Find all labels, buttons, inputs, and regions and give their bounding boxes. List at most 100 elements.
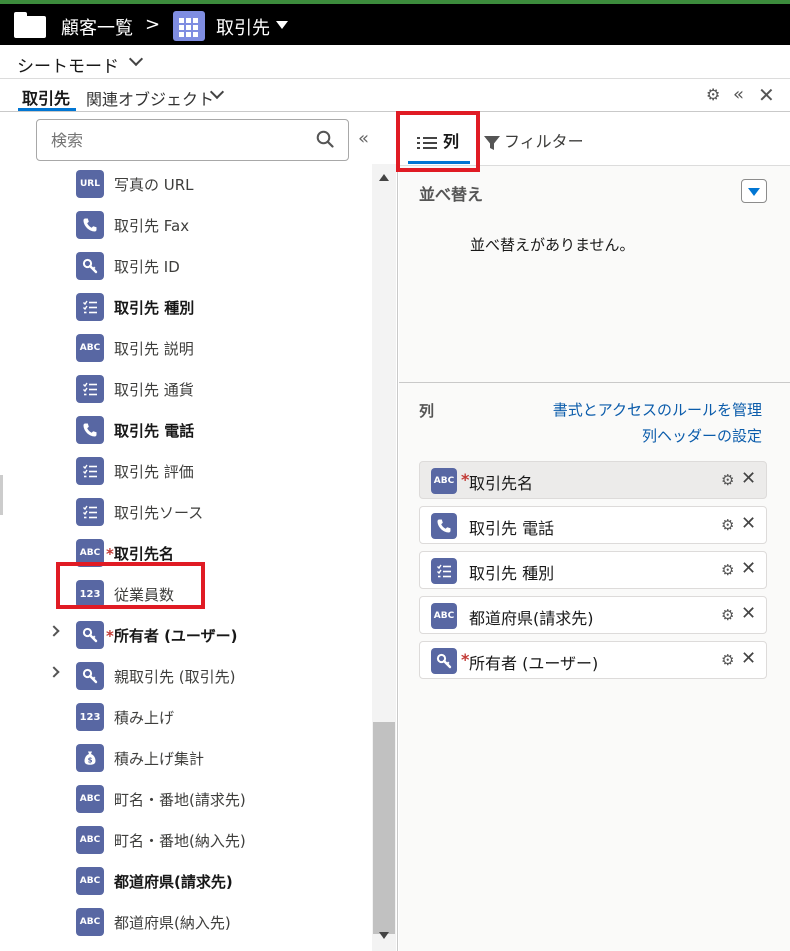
breadcrumb-separator: > <box>145 14 161 35</box>
picklist-icon <box>76 293 104 321</box>
field-list-item[interactable]: $ 積み上げ集計 <box>0 738 372 779</box>
scroll-thumb[interactable] <box>373 722 395 934</box>
field-list-item[interactable]: ABC 町名・番地(請求先) <box>0 779 372 820</box>
tab-filter-label: フィルター <box>504 132 584 151</box>
field-label-text: 従業員数 <box>114 586 175 604</box>
field-label-text: 取引先ソース <box>114 504 204 522</box>
field-list-item[interactable]: 取引先 電話 <box>0 410 372 451</box>
field-label-text: 都道府県(納入先) <box>114 914 231 932</box>
close-icon[interactable]: ✕ <box>741 648 756 669</box>
phone-icon <box>76 211 104 239</box>
tab-account[interactable]: 取引先 <box>22 85 70 109</box>
field-list-item[interactable]: ABC 都道府県(納入先) <box>0 902 372 943</box>
scroll-up-icon[interactable] <box>379 174 389 181</box>
manage-format-access-rules-link[interactable]: 書式とアクセスのルールを管理 <box>553 399 762 420</box>
field-list-item[interactable]: 123 従業員数 <box>0 574 372 615</box>
breadcrumb-root[interactable]: 顧客一覧 <box>61 14 133 40</box>
field-list-item[interactable]: 取引先 通貨 <box>0 369 372 410</box>
field-list-item[interactable]: 取引先 評価 <box>0 451 372 492</box>
filter-icon <box>484 135 500 150</box>
field-list-scrollbar[interactable] <box>372 164 396 951</box>
text-field-icon: ABC <box>76 867 104 895</box>
collapse-panel-icon[interactable]: « <box>733 86 744 104</box>
field-label: 取引先 通貨 <box>114 379 194 400</box>
chevron-right-icon[interactable] <box>48 625 60 637</box>
field-label: 写真の URL <box>114 174 194 195</box>
field-list-item[interactable]: ABC 都道府県(請求先) <box>0 861 372 902</box>
field-label: 親取引先 (取引先) <box>114 666 235 687</box>
field-list-item[interactable]: 取引先 Fax <box>0 205 372 246</box>
svg-text:$: $ <box>88 757 93 765</box>
field-list-item[interactable]: ABC 取引先 説明 <box>0 328 372 369</box>
tab-filter[interactable]: フィルター <box>483 128 584 152</box>
scroll-down-icon[interactable] <box>379 932 389 939</box>
number-field-icon: 123 <box>76 703 104 731</box>
field-label-text: 所有者 (ユーザー) <box>113 627 238 645</box>
list-icon <box>417 136 437 150</box>
top-breadcrumb-bar: 顧客一覧 > 取引先 <box>0 4 790 45</box>
lookup-icon <box>76 621 104 649</box>
field-list-item[interactable]: 親取引先 (取引先) <box>0 656 372 697</box>
field-list-item[interactable]: URL 写真の URL <box>0 164 372 205</box>
sort-section: 並べ替え 並べ替えがありません。 <box>399 166 790 383</box>
search-field[interactable] <box>36 119 349 161</box>
field-label: 積み上げ <box>114 707 174 728</box>
sort-empty-message: 並べ替えがありません。 <box>470 236 635 254</box>
required-marker: * <box>106 627 114 645</box>
close-icon[interactable]: ✕ <box>758 85 775 105</box>
field-label: 従業員数 <box>114 584 174 605</box>
object-selector-label[interactable]: 取引先 <box>216 14 270 40</box>
close-icon[interactable]: ✕ <box>741 468 756 489</box>
column-item[interactable]: ABC 都道府県(請求先) ⚙ ✕ <box>419 596 767 634</box>
field-label: 町名・番地(請求先) <box>114 789 246 810</box>
picklist-icon <box>76 375 104 403</box>
field-list-item[interactable]: 123 積み上げ <box>0 697 372 738</box>
mode-row: シートモード <box>0 45 790 79</box>
gear-icon[interactable]: ⚙ <box>721 651 734 669</box>
field-list-item[interactable]: ABC *取引先名 <box>0 533 372 574</box>
sheet-mode-label[interactable]: シートモード <box>17 52 119 77</box>
collapse-sidebar-icon[interactable]: « <box>358 128 369 149</box>
object-dropdown-caret-icon[interactable] <box>276 21 288 29</box>
gear-icon[interactable]: ⚙ <box>721 561 734 579</box>
field-label-text: 取引先 ID <box>114 258 180 276</box>
sort-dropdown-button[interactable] <box>741 179 767 203</box>
field-list-item[interactable]: 取引先 ID <box>0 246 372 287</box>
chevron-down-icon[interactable] <box>128 51 144 67</box>
close-icon[interactable]: ✕ <box>741 513 756 534</box>
field-label-text: 都道府県(請求先) <box>114 873 233 891</box>
field-label: 都道府県(納入先) <box>114 912 231 933</box>
field-label-text: 積み上げ <box>114 709 175 727</box>
column-item[interactable]: * 所有者 (ユーザー) ⚙ ✕ <box>419 641 767 679</box>
close-icon[interactable]: ✕ <box>741 558 756 579</box>
field-label-text: 町名・番地(請求先) <box>114 791 246 809</box>
column-label: 所有者 (ユーザー) <box>469 654 599 673</box>
field-label: 町名・番地(納入先) <box>114 830 246 851</box>
field-label: *取引先名 <box>106 543 174 564</box>
column-item[interactable]: 取引先 電話 ⚙ ✕ <box>419 506 767 544</box>
lookup-icon <box>76 252 104 280</box>
tab-related-objects[interactable]: 関連オブジェクト <box>86 86 214 110</box>
gear-icon[interactable]: ⚙ <box>721 471 734 489</box>
gear-icon[interactable]: ⚙ <box>721 516 734 534</box>
gear-icon[interactable]: ⚙ <box>721 606 734 624</box>
gear-icon[interactable]: ⚙ <box>706 87 720 103</box>
field-list-item[interactable]: *所有者 (ユーザー) <box>0 615 372 656</box>
chevron-right-icon[interactable] <box>48 666 60 678</box>
tab-columns[interactable]: 列 <box>417 128 459 152</box>
column-item[interactable]: 取引先 種別 ⚙ ✕ <box>419 551 767 589</box>
panel-resize-handle[interactable] <box>0 475 3 515</box>
search-icon[interactable] <box>316 130 334 148</box>
field-list-item[interactable]: 取引先ソース <box>0 492 372 533</box>
close-icon[interactable]: ✕ <box>741 603 756 624</box>
field-label-text: 取引先 評価 <box>114 463 194 481</box>
lookup-icon <box>76 662 104 690</box>
field-list-item[interactable]: 取引先 種別 <box>0 287 372 328</box>
column-item[interactable]: ABC * 取引先名 ⚙ ✕ <box>419 461 767 499</box>
search-input[interactable] <box>51 129 311 151</box>
field-list-item[interactable]: ABC 町名・番地(納入先) <box>0 820 372 861</box>
column-header-settings-link[interactable]: 列ヘッダーの設定 <box>642 425 762 446</box>
field-label-text: 取引先 電話 <box>114 422 195 440</box>
required-marker: * <box>106 545 114 563</box>
columns-section: 列 書式とアクセスのルールを管理 列ヘッダーの設定 ABC * 取引先名 ⚙ ✕ 取引先 … <box>399 383 790 951</box>
